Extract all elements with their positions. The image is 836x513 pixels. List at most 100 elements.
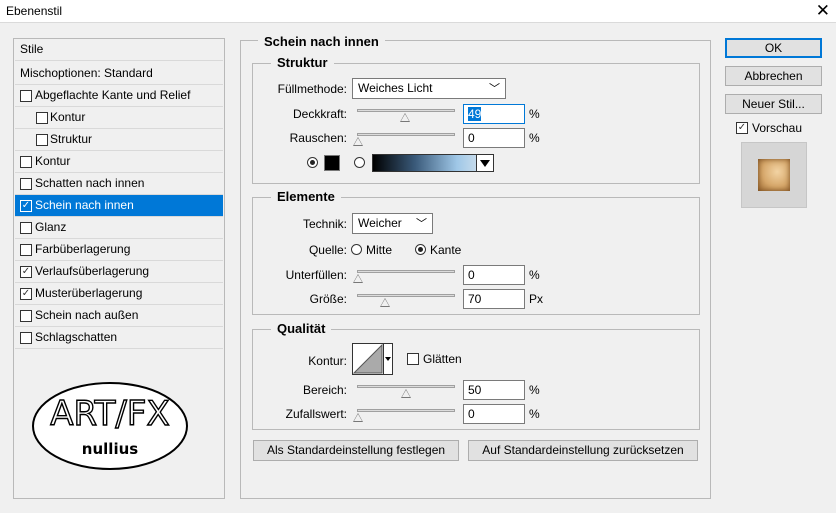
- style-item-checkbox[interactable]: ✓: [20, 200, 32, 212]
- triangle-down-icon: [480, 160, 490, 167]
- style-item[interactable]: Kontur: [15, 107, 223, 129]
- range-slider-thumb[interactable]: [401, 389, 411, 398]
- noise-slider[interactable]: [353, 133, 455, 146]
- style-item-checkbox[interactable]: [20, 178, 32, 190]
- cancel-button[interactable]: Abbrechen: [725, 66, 822, 86]
- opacity-slider-thumb[interactable]: [400, 113, 411, 122]
- style-item[interactable]: Abgeflachte Kante und Relief: [15, 85, 223, 107]
- style-item-checkbox[interactable]: [36, 134, 48, 146]
- source-label: Quelle:: [308, 243, 347, 257]
- opacity-input[interactable]: 49: [463, 104, 525, 124]
- blend-mode-select[interactable]: Weiches Licht ﹀: [352, 78, 506, 99]
- style-item-checkbox[interactable]: ✓: [20, 288, 32, 300]
- style-item[interactable]: Struktur: [15, 129, 223, 151]
- range-unit: %: [529, 383, 540, 397]
- size-slider-thumb[interactable]: [379, 298, 390, 307]
- new-style-button[interactable]: Neuer Stil...: [725, 94, 822, 114]
- size-input[interactable]: 70: [463, 289, 525, 309]
- blend-mode-label: Füllmethode:: [277, 82, 347, 96]
- color-swatch[interactable]: [324, 155, 340, 171]
- preview-checkbox[interactable]: ✓: [736, 122, 748, 134]
- choke-slider[interactable]: [353, 270, 455, 283]
- jitter-unit: %: [529, 407, 540, 421]
- technique-select[interactable]: Weicher ﹀: [352, 213, 433, 234]
- style-item-checkbox[interactable]: [20, 222, 32, 234]
- style-item[interactable]: ✓ Schein nach innen: [15, 195, 223, 217]
- jitter-input[interactable]: 0: [463, 404, 525, 424]
- artfx-logo: ART/FX nullius: [32, 382, 188, 470]
- blend-options-item[interactable]: Mischoptionen: Standard: [15, 62, 223, 85]
- choke-label: Unterfüllen:: [285, 268, 347, 282]
- style-item[interactable]: Kontur: [15, 151, 223, 173]
- gradient-picker[interactable]: [372, 154, 494, 172]
- styles-header[interactable]: Stile: [15, 39, 223, 61]
- ok-button[interactable]: OK: [725, 38, 822, 58]
- style-item[interactable]: ✓ Musterüberlagerung: [15, 283, 223, 305]
- style-item-checkbox[interactable]: [20, 90, 32, 102]
- size-slider[interactable]: [357, 294, 455, 307]
- logo-title: ART/FX: [50, 394, 169, 434]
- close-icon[interactable]: ✕: [816, 1, 830, 21]
- window-title: Ebenenstil: [6, 4, 63, 18]
- noise-input[interactable]: 0: [463, 128, 525, 148]
- title-bar: [0, 0, 836, 22]
- opacity-slider[interactable]: [357, 109, 455, 122]
- set-default-button[interactable]: Als Standardeinstellung festlegen: [253, 440, 459, 461]
- style-item-label: Musterüberlagerung: [35, 286, 143, 300]
- technique-value: Weicher: [358, 216, 402, 230]
- style-item-checkbox[interactable]: [20, 244, 32, 256]
- style-item-label: Schlagschatten: [35, 330, 118, 344]
- gradient-dropdown[interactable]: [476, 155, 493, 171]
- reset-default-button[interactable]: Auf Standardeinstellung zurücksetzen: [468, 440, 698, 461]
- style-item-checkbox[interactable]: ✓: [20, 266, 32, 278]
- style-item[interactable]: Schein nach außen: [15, 305, 223, 327]
- title-divider: [0, 22, 836, 23]
- style-item[interactable]: Schatten nach innen: [15, 173, 223, 195]
- range-slider[interactable]: [357, 385, 455, 398]
- source-center-radio[interactable]: [351, 244, 362, 255]
- contour-picker[interactable]: [352, 343, 384, 375]
- color-radio[interactable]: [307, 157, 318, 168]
- contour-dropdown[interactable]: [384, 343, 393, 375]
- style-item[interactable]: Glanz: [15, 217, 223, 239]
- struktur-group: Struktur Füllmethode: Weiches Licht ﹀ De…: [252, 55, 700, 184]
- preview-label[interactable]: Vorschau: [752, 121, 802, 135]
- noise-slider-thumb[interactable]: [353, 137, 363, 146]
- style-item-label: Kontur: [35, 154, 71, 168]
- chevron-down-icon: ﹀: [416, 217, 427, 230]
- style-item-checkbox[interactable]: [20, 332, 32, 344]
- choke-input[interactable]: 0: [463, 265, 525, 285]
- smooth-label[interactable]: Glätten: [423, 352, 462, 366]
- chevron-down-icon: ﹀: [489, 82, 500, 95]
- technique-label: Technik:: [302, 217, 347, 231]
- style-item-checkbox[interactable]: [36, 112, 48, 124]
- style-item-label: Glanz: [35, 220, 67, 234]
- triangle-down-icon: [385, 357, 391, 361]
- gradient-radio[interactable]: [354, 157, 365, 168]
- style-item-checkbox[interactable]: [20, 310, 32, 322]
- choke-slider-thumb[interactable]: [353, 274, 363, 283]
- style-item-label: Struktur: [50, 132, 93, 146]
- opacity-value: 49: [468, 107, 482, 121]
- elemente-group: Elemente Technik: Weicher ﹀ Quelle: Mitt…: [252, 189, 700, 315]
- style-item[interactable]: ✓ Verlaufsüberlagerung: [15, 261, 223, 283]
- source-edge-label[interactable]: Kante: [430, 243, 461, 257]
- source-center-label[interactable]: Mitte: [366, 243, 392, 257]
- style-item[interactable]: Schlagschatten: [15, 327, 223, 349]
- style-item-checkbox[interactable]: [20, 156, 32, 168]
- style-item[interactable]: Farbüberlagerung: [15, 239, 223, 261]
- jitter-slider-thumb[interactable]: [353, 413, 363, 422]
- source-edge-radio[interactable]: [415, 244, 426, 255]
- smooth-checkbox[interactable]: [407, 353, 419, 365]
- noise-label: Rauschen:: [289, 131, 347, 145]
- panel-title: Schein nach innen: [258, 34, 385, 49]
- logo-subtitle: nullius: [82, 440, 138, 458]
- style-item-label: Abgeflachte Kante und Relief: [35, 88, 191, 102]
- choke-unit: %: [529, 268, 540, 282]
- main-panel: Schein nach innen Struktur Füllmethode: …: [240, 34, 711, 499]
- range-input[interactable]: 50: [463, 380, 525, 400]
- range-label: Bereich:: [302, 383, 347, 397]
- jitter-slider[interactable]: [353, 409, 455, 422]
- styles-panel: Stile Mischoptionen: Standard Abgeflacht…: [13, 38, 225, 499]
- struktur-title: Struktur: [271, 55, 334, 70]
